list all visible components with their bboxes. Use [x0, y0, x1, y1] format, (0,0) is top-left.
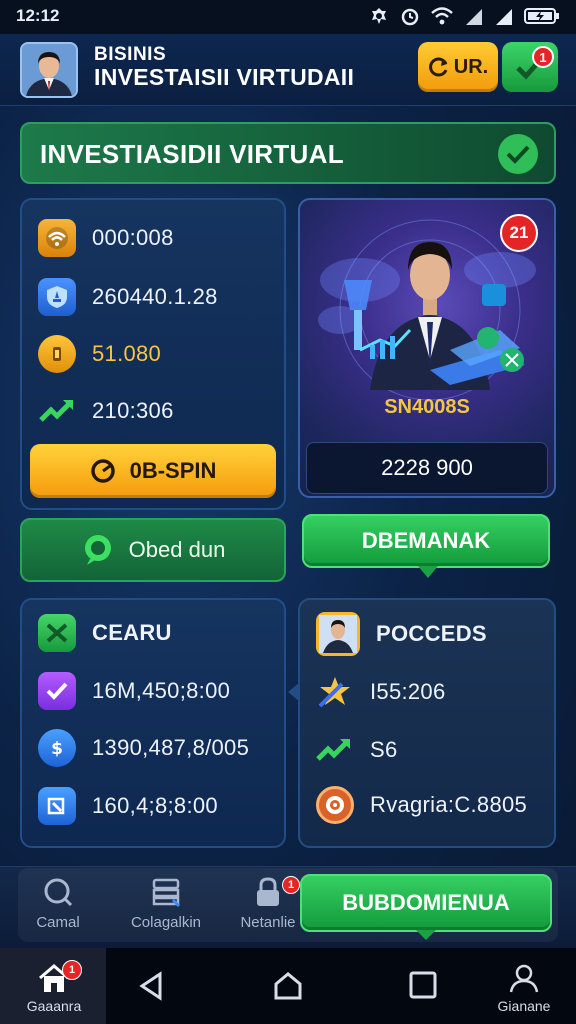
alarm-icon — [401, 8, 419, 26]
check-icon — [38, 672, 76, 710]
list-item: Rvagria:C.8805 — [316, 786, 527, 824]
list-item-value: I55:206 — [370, 679, 446, 704]
list-title: CEARU — [92, 620, 172, 645]
list-header: POCCEDS — [316, 612, 487, 656]
nav-item-label: Netanlie — [240, 914, 296, 931]
wifi-coin-icon — [38, 219, 76, 257]
list-item: S6 — [316, 731, 398, 769]
promo-amount: 2228 900 — [306, 442, 548, 494]
ur-button-label: UR. — [453, 55, 489, 78]
lock-icon — [257, 877, 279, 906]
ur-button[interactable]: UR. — [418, 42, 498, 92]
recents-icon[interactable] — [408, 970, 438, 1005]
list-item: $ 1390,487,8/005 — [38, 729, 249, 767]
bottom-cta-button[interactable]: BUBDOMIENUA — [300, 874, 552, 932]
nav-item-colagalkin[interactable]: Colagalkin — [126, 876, 206, 931]
stat-row: 51.080 — [38, 335, 161, 373]
list-item-value: 160,4;8;8:00 — [92, 793, 218, 818]
check-icon — [38, 614, 76, 652]
star-arrow-icon — [316, 673, 354, 711]
app-subtitle: BISINIS — [94, 44, 167, 65]
status-time: 12:12 — [16, 6, 60, 25]
shield-icon — [38, 278, 76, 316]
back-icon[interactable] — [136, 970, 166, 1007]
list-item-value: S6 — [370, 737, 398, 762]
profile-tab-label: Gianane — [497, 998, 551, 1014]
battery-icon — [524, 8, 559, 24]
verified-check-icon — [498, 134, 538, 174]
promo-action-button[interactable]: DBEMANAK — [302, 514, 550, 568]
home-badge: 1 — [62, 960, 82, 980]
signal-icon — [496, 9, 512, 25]
used-button[interactable]: Obed dun — [20, 518, 286, 582]
signal-icon — [466, 9, 482, 25]
wifi-icon — [431, 7, 453, 25]
stat-row: 210:306 — [38, 392, 174, 430]
chat-bubble-icon — [84, 535, 111, 565]
home-tab[interactable]: Gaaanra — [14, 962, 94, 1014]
stat-value: 51.080 — [92, 341, 162, 366]
tooltip-pointer — [418, 566, 438, 578]
timer-icon — [90, 459, 115, 483]
bottom-cta-label: BUBDOMIENUA — [342, 890, 510, 915]
panel-pointer — [288, 682, 300, 702]
target-icon — [316, 786, 354, 824]
nav-item-camal[interactable]: Camal — [26, 876, 90, 931]
promo-code: SN4008S — [384, 396, 470, 418]
notification-badge: 1 — [532, 46, 554, 68]
list-item: I55:206 — [316, 673, 446, 711]
stat-value: 260440.1.28 — [92, 284, 218, 309]
avatar[interactable] — [20, 42, 78, 98]
cta-pointer — [416, 930, 436, 940]
refresh-icon — [428, 57, 448, 77]
avatar — [316, 612, 360, 656]
status-icons — [368, 6, 560, 26]
stat-value: 000:008 — [92, 225, 174, 250]
nav-item-label: Colagalkin — [130, 914, 202, 931]
list-item-value: 16M,450;8:00 — [92, 678, 231, 703]
used-button-label: Obed dun — [128, 537, 226, 562]
promo-badge: 21 — [500, 214, 538, 252]
list-item-value: Rvagria:C.8805 — [370, 792, 528, 817]
nav-badge: 1 — [282, 876, 300, 894]
stat-row: 000:008 — [38, 219, 174, 257]
settings-icon — [372, 8, 386, 24]
profile-tab[interactable]: Gianane — [484, 962, 564, 1014]
profile-icon — [509, 964, 539, 993]
list-item-value: 1390,487,8/005 — [92, 735, 250, 760]
stat-value: 210:306 — [92, 398, 174, 423]
list-header: CEARU — [38, 614, 172, 652]
banner-title: INVESTIASIDII VIRTUAL — [40, 139, 344, 169]
search-icon — [44, 878, 73, 907]
spin-button[interactable]: 0B-SPIN — [30, 444, 276, 498]
list-item: 16M,450;8:00 — [38, 672, 230, 710]
coin-icon — [38, 335, 76, 373]
list-item: 160,4;8;8:00 — [38, 787, 218, 825]
nav-item-label: Camal — [36, 914, 80, 931]
list-title: POCCEDS — [376, 621, 487, 646]
home-tab-label: Gaaanra — [26, 998, 82, 1014]
promo-action-label: DBEMANAK — [361, 528, 491, 553]
stat-row: 260440.1.28 — [38, 278, 218, 316]
trend-up-icon — [38, 392, 76, 430]
app-title: INVESTAISII VIRTUDAII — [94, 64, 355, 90]
dollar-icon: $ — [38, 729, 76, 767]
bank-icon — [152, 878, 181, 908]
trend-up-icon — [316, 731, 354, 769]
transfer-icon — [38, 787, 76, 825]
spin-button-label: 0B-SPIN — [129, 458, 217, 483]
home-button-icon[interactable] — [272, 970, 304, 1007]
svg-text:$: $ — [51, 739, 63, 759]
